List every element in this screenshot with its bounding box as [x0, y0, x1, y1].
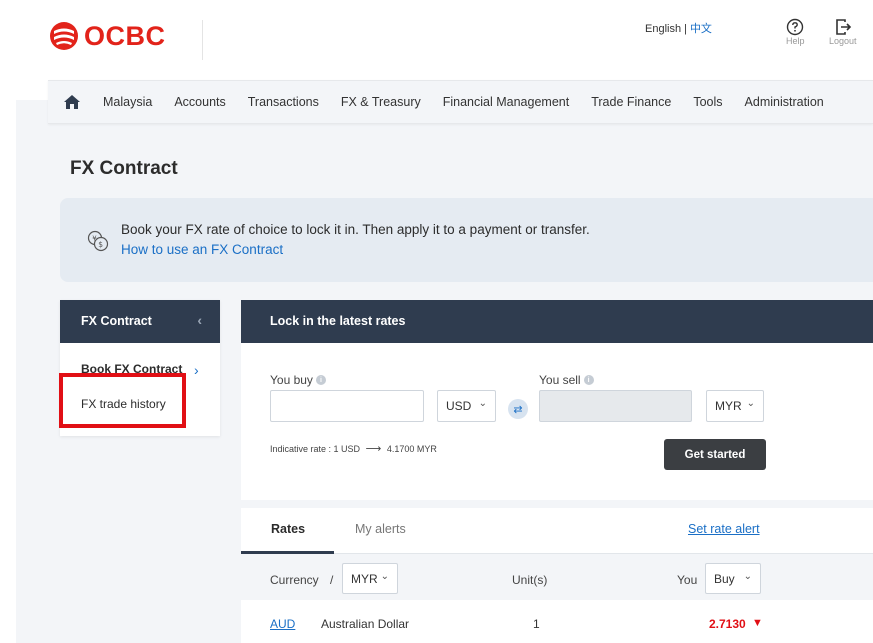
chevron-right-icon: › [194, 362, 199, 378]
banner-text: Book your FX rate of choice to lock it i… [121, 222, 590, 237]
side-panel-header: FX Contract ‹ [60, 300, 220, 343]
logout-icon [835, 19, 851, 35]
buy-currency-value: USD [446, 399, 472, 413]
buy-currency-select[interactable]: USD ⌄ [437, 390, 496, 422]
nav-fx-treasury[interactable]: FX & Treasury [330, 95, 432, 109]
ocbc-logo[interactable]: OCBC [48, 20, 166, 52]
nav-administration[interactable]: Administration [734, 95, 835, 109]
help-button[interactable]: Help [786, 18, 805, 46]
you-buy-label: You buy i [270, 373, 326, 387]
currency-unit: 1 [533, 617, 540, 631]
sell-amount-input[interactable] [539, 390, 692, 422]
logout-button[interactable]: Logout [829, 18, 857, 46]
set-rate-alert-link[interactable]: Set rate alert [688, 522, 760, 536]
nav-accounts[interactable]: Accounts [163, 95, 236, 109]
nav-financial-management[interactable]: Financial Management [432, 95, 580, 109]
buy-sell-select[interactable]: Buy ⌄ [705, 563, 761, 594]
you-sell-label: You sell i [539, 373, 594, 387]
you-sell-text: You sell [539, 373, 581, 387]
buy-amount-input[interactable] [270, 390, 424, 422]
ocbc-logo-mark-icon [48, 20, 80, 52]
svg-text:$: $ [98, 240, 103, 249]
home-button[interactable] [52, 80, 92, 124]
lang-separator: | [684, 23, 687, 35]
indicative-rate: Indicative rate : 1 USD ⟶ 4.1700 MYR [270, 442, 437, 455]
header-divider [202, 20, 203, 60]
indicative-prefix: Indicative rate : 1 USD [270, 444, 361, 454]
sell-currency-select[interactable]: MYR ⌄ [706, 390, 764, 422]
nav-trade-finance[interactable]: Trade Finance [580, 95, 682, 109]
info-icon[interactable]: i [315, 375, 326, 385]
swap-icon: ⇄ [513, 403, 523, 416]
fx-exchange-icon: ¥ $ [86, 229, 110, 258]
buy-sell-value: Buy [714, 571, 735, 586]
swap-currency-button[interactable]: ⇄ [508, 399, 528, 419]
currency-name: Australian Dollar [321, 617, 410, 631]
nav-transactions[interactable]: Transactions [237, 95, 330, 109]
arrow-right-icon: ⟶ [365, 443, 382, 455]
info-banner [60, 198, 873, 282]
units-column-header: Unit(s) [512, 573, 548, 587]
tab-rates[interactable]: Rates [271, 522, 305, 536]
logout-label: Logout [829, 36, 857, 46]
section-divider [241, 500, 873, 508]
app-header: OCBC English | 中文 Help Logout [0, 0, 873, 80]
base-currency-value: MYR [351, 571, 378, 586]
chevron-down-icon: ⌄ [743, 571, 752, 582]
nav-malaysia[interactable]: Malaysia [92, 95, 163, 109]
currency-code-link[interactable]: AUD [270, 617, 295, 631]
language-switcher: English | 中文 [645, 20, 712, 36]
chevron-down-icon: ⌄ [380, 571, 389, 582]
indicative-value: 4.1700 MYR [386, 444, 437, 454]
sell-currency-value: MYR [715, 399, 742, 413]
collapse-chevron-icon[interactable]: ‹ [197, 312, 202, 328]
currency-label: Currency [270, 573, 319, 587]
currency-rate: 2.7130 [709, 617, 746, 631]
how-to-use-link[interactable]: How to use an FX Contract [121, 242, 283, 257]
nav-tools[interactable]: Tools [682, 95, 733, 109]
main-panel-header: Lock in the latest rates [241, 300, 873, 343]
chevron-down-icon: ⌄ [478, 398, 487, 409]
rate-down-arrow-icon: ▼ [752, 617, 763, 629]
home-icon [64, 95, 80, 109]
help-label: Help [786, 36, 805, 46]
page-title: FX Contract [70, 158, 178, 179]
help-icon [787, 18, 804, 36]
get-started-button[interactable]: Get started [664, 439, 766, 470]
currency-slash: / [330, 573, 334, 587]
rates-table-header [241, 554, 873, 600]
info-icon[interactable]: i [583, 375, 594, 385]
tab-my-alerts[interactable]: My alerts [355, 522, 406, 536]
side-panel-title: FX Contract [81, 314, 152, 328]
you-buy-text: You buy [270, 373, 313, 387]
lang-english[interactable]: English [645, 23, 681, 35]
chevron-down-icon: ⌄ [746, 398, 755, 409]
base-currency-select[interactable]: MYR ⌄ [342, 563, 398, 594]
main-nav: Malaysia Accounts Transactions FX & Trea… [48, 80, 873, 124]
svg-text:¥: ¥ [92, 235, 97, 243]
highlight-annotation [59, 373, 186, 428]
you-label: You [677, 573, 698, 587]
lang-chinese[interactable]: 中文 [690, 23, 712, 35]
brand-name: OCBC [84, 20, 166, 51]
